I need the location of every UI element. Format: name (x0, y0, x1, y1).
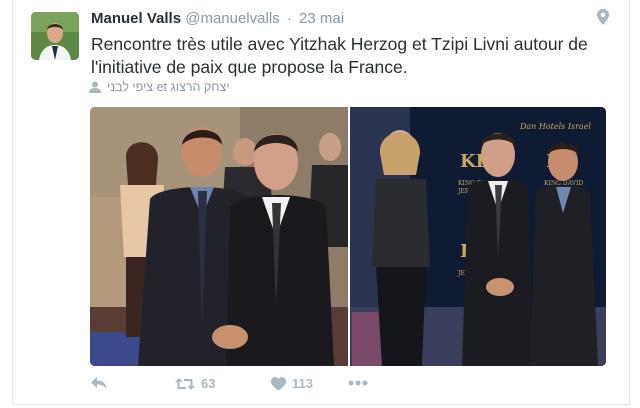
author-handle[interactable]: @manuelvalls (185, 10, 279, 27)
tweet-actions: 63 113 (91, 376, 391, 396)
separator-dot: · (286, 10, 292, 27)
more-options-button[interactable] (348, 380, 368, 386)
more-dots-icon (348, 380, 368, 386)
like-button[interactable]: 113 (271, 376, 313, 391)
tweet-text: Rencontre très utile avec Yitzhak Herzog… (91, 34, 588, 77)
tweet-timestamp[interactable]: 23 mai (299, 10, 344, 27)
hotel-brand-text: Dan Hotels Israel (519, 122, 591, 131)
photo-left (90, 107, 348, 366)
reply-icon (91, 377, 107, 389)
like-count: 113 (292, 376, 313, 391)
avatar[interactable] (31, 12, 79, 60)
location-pin-icon[interactable] (597, 9, 609, 25)
retweet-count: 63 (201, 376, 216, 391)
tweet-header: Manuel Valls @manuelvalls · 23 mai (91, 10, 344, 27)
tagged-users[interactable]: ציפי לבני et יצחק הרצוג (89, 80, 230, 94)
tagged-users-label: ציפי לבני et יצחק הרצוג (107, 80, 230, 94)
heart-icon (271, 376, 286, 390)
reply-button[interactable] (91, 376, 107, 390)
retweet-button[interactable]: 63 (175, 376, 215, 391)
author-name[interactable]: Manuel Valls (91, 10, 181, 27)
tweet-photo[interactable]: Dan Hotels Israel KD KING DAVID JERUSALE… (90, 107, 606, 366)
retweet-icon (175, 377, 195, 390)
person-icon (89, 81, 101, 93)
tweet-card: Manuel Valls @manuelvalls · 23 mai Renco… (12, 0, 630, 405)
photo-right: Dan Hotels Israel KD KING DAVID JERUSALE… (350, 107, 606, 366)
